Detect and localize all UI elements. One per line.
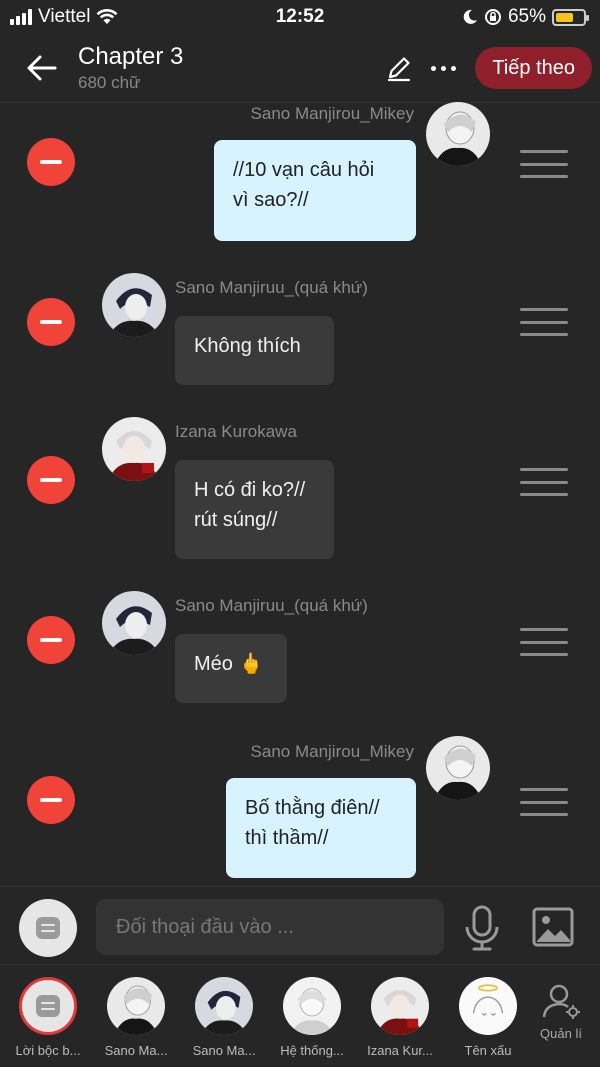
drag-handle[interactable] xyxy=(520,788,568,816)
remove-message-button[interactable] xyxy=(27,138,75,186)
more-dot xyxy=(450,65,456,71)
sender-name: Izana Kurokawa xyxy=(175,422,297,441)
more-dot xyxy=(430,65,436,71)
character-narrator[interactable]: Lời bộc b... xyxy=(8,977,88,1058)
battery-level xyxy=(556,12,573,22)
avatar xyxy=(371,977,429,1035)
sender-name: Sano Manjiruu_(quá khứ) xyxy=(175,278,368,297)
input-bar xyxy=(0,886,600,964)
message-bubble[interactable]: Bố thằng điên// thì thầm// xyxy=(226,778,416,878)
microphone-button[interactable] xyxy=(462,905,502,951)
manage-label: Quản lí xyxy=(540,1026,582,1041)
drag-handle[interactable] xyxy=(520,628,568,656)
moon-icon xyxy=(463,9,477,24)
more-dot xyxy=(440,65,446,71)
word-count: 680 chữ xyxy=(78,73,141,92)
avatar[interactable] xyxy=(426,102,490,166)
manage-characters-button[interactable]: Quản lí xyxy=(530,983,592,1041)
character-label: Lời bộc b... xyxy=(15,1043,81,1058)
back-button[interactable] xyxy=(22,48,62,88)
avatar[interactable] xyxy=(426,736,490,800)
character-item[interactable]: Izana Kur... xyxy=(360,977,440,1058)
character-label: Sano Ma... xyxy=(104,1043,168,1058)
message-line: H có đi ko?// xyxy=(194,479,306,501)
message-icon xyxy=(36,917,60,939)
chapter-title: Chapter 3 xyxy=(78,43,184,70)
editor-header: Chapter 3 680 chữ Tiếp theo xyxy=(0,34,600,102)
character-item[interactable]: Sano Ma... xyxy=(184,977,264,1058)
message-icon xyxy=(36,995,60,1017)
remove-message-button[interactable] xyxy=(27,456,75,504)
message-line: thì thầm// xyxy=(245,827,329,849)
wifi-icon xyxy=(97,9,118,24)
dialogue-input[interactable] xyxy=(96,899,444,955)
more-options-button[interactable] xyxy=(423,48,463,88)
avatar xyxy=(107,977,165,1035)
message-bubble[interactable]: H có đi ko?// rút súng// xyxy=(175,460,334,559)
message-line: Méo 🖕 xyxy=(194,653,264,675)
message-bubble[interactable]: //10 vạn câu hỏi vì sao?// xyxy=(214,140,416,241)
message-row: Sano Manjirou_Mikey //10 vạn câu hỏi vì … xyxy=(0,102,600,252)
message-row: Izana Kurokawa H có đi ko?// rút súng// xyxy=(0,416,600,566)
sender-name: Sano Manjirou_Mikey xyxy=(250,742,414,761)
avatar[interactable] xyxy=(102,273,166,337)
edit-button[interactable] xyxy=(379,48,419,88)
character-label: Tên xấu xyxy=(464,1043,512,1058)
message-line: Không thích xyxy=(194,335,301,357)
image-icon xyxy=(532,907,574,947)
avatar xyxy=(195,977,253,1035)
character-item[interactable]: Sano Ma... xyxy=(96,977,176,1058)
next-button[interactable]: Tiếp theo xyxy=(475,47,592,89)
drag-handle[interactable] xyxy=(520,150,568,178)
battery-percent: 65% xyxy=(507,6,546,27)
microphone-icon xyxy=(465,905,499,951)
carrier-name: Viettel xyxy=(38,6,91,27)
avatar[interactable] xyxy=(102,417,166,481)
chapter-info: Chapter 3 680 chữ xyxy=(78,43,379,93)
message-bubble[interactable]: Không thích xyxy=(175,316,334,385)
character-bar: Lời bộc b... Sano Ma... Sano Ma... Hệ th… xyxy=(0,964,600,1067)
message-row: Sano Manjiruu_(quá khứ) Không thích xyxy=(0,272,600,392)
message-line: //10 vạn câu hỏi xyxy=(233,159,375,181)
remove-message-button[interactable] xyxy=(27,776,75,824)
remove-message-button[interactable] xyxy=(27,298,75,346)
pencil-icon xyxy=(388,57,411,82)
remove-message-button[interactable] xyxy=(27,616,75,664)
signal-icon xyxy=(10,9,32,25)
battery-icon xyxy=(552,8,589,26)
character-label: Sano Ma... xyxy=(192,1043,256,1058)
message-line: vì sao?// xyxy=(233,189,309,211)
back-arrow-icon xyxy=(27,55,57,81)
user-settings-icon xyxy=(542,984,580,1019)
rotation-lock-icon xyxy=(484,9,501,25)
avatar xyxy=(283,977,341,1035)
character-item[interactable]: Tên xấu xyxy=(448,977,528,1058)
character-label: Izana Kur... xyxy=(367,1043,433,1058)
message-line: Bố thằng điên// xyxy=(245,797,380,819)
avatar xyxy=(459,977,517,1035)
sender-name: Sano Manjirou_Mikey xyxy=(250,104,414,123)
status-bar: Viettel 12:52 65% xyxy=(0,0,600,34)
avatar[interactable] xyxy=(102,591,166,655)
message-row: Sano Manjiruu_(quá khứ) Méo 🖕 xyxy=(0,590,600,710)
narrator-avatar xyxy=(19,977,77,1035)
character-label: Hệ thống... xyxy=(280,1043,344,1058)
drag-handle[interactable] xyxy=(520,308,568,336)
sender-name: Sano Manjiruu_(quá khứ) xyxy=(175,596,368,615)
message-bubble[interactable]: Méo 🖕 xyxy=(175,634,287,703)
drag-handle[interactable] xyxy=(520,468,568,496)
message-row: Sano Manjirou_Mikey Bố thằng điên// thì … xyxy=(0,736,600,886)
character-item[interactable]: Hệ thống... xyxy=(272,977,352,1058)
message-line: rút súng// xyxy=(194,509,278,531)
insert-image-button[interactable] xyxy=(532,907,574,947)
narration-button[interactable] xyxy=(19,899,77,957)
